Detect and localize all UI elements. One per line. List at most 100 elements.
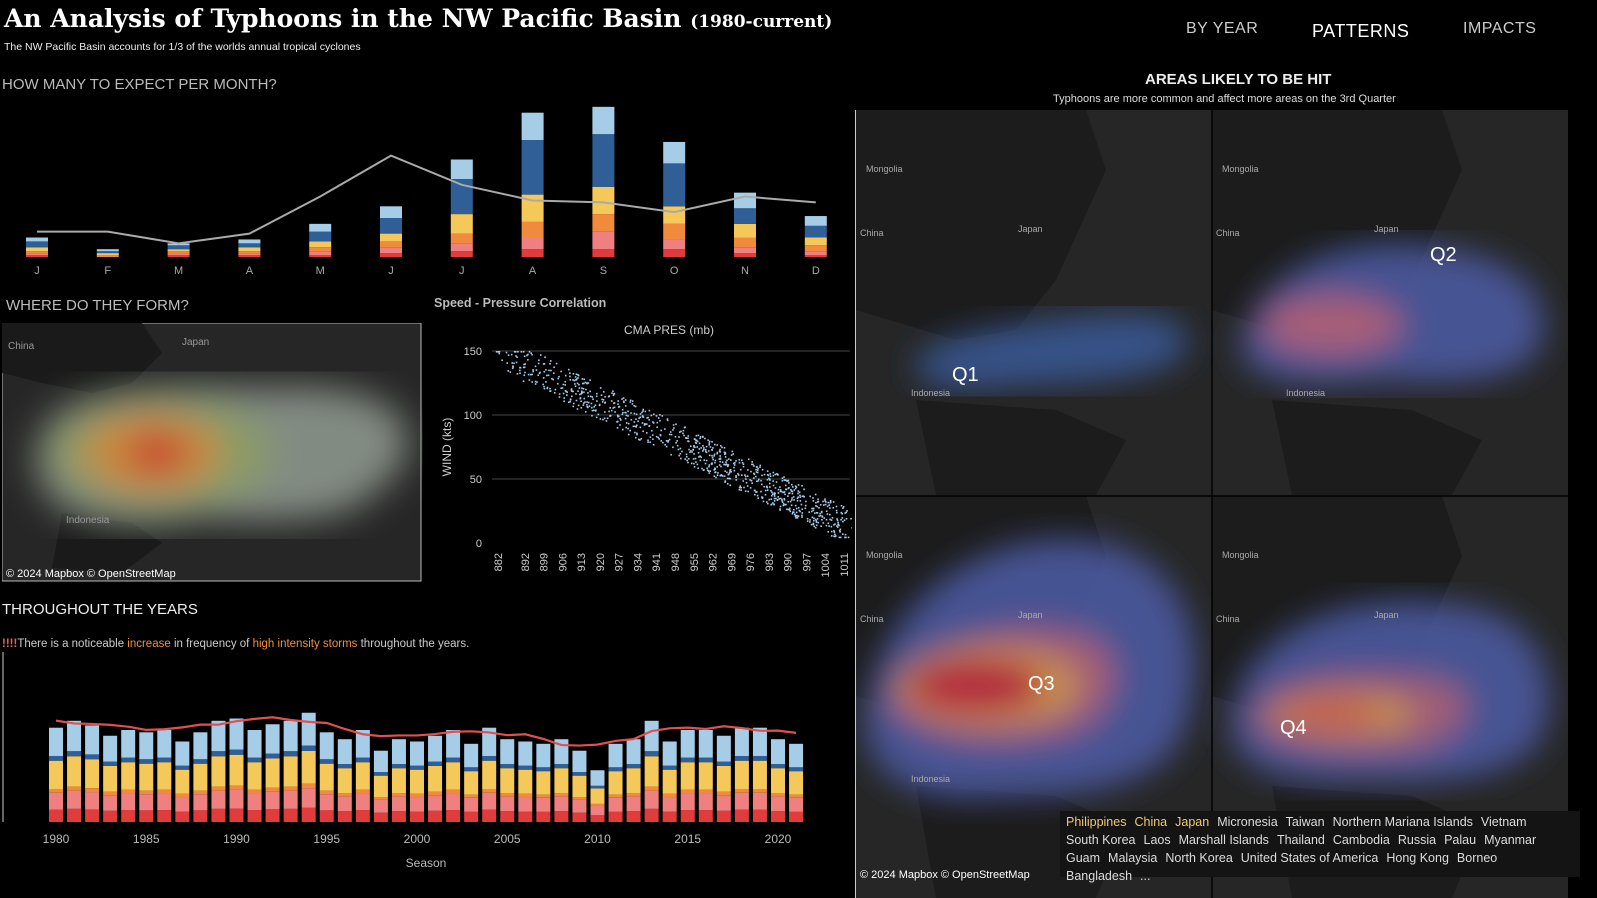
- year-bar-segment[interactable]: [716, 791, 731, 796]
- month-bar-segment[interactable]: [26, 251, 48, 254]
- year-bar-segment[interactable]: [752, 809, 767, 822]
- year-bar-segment[interactable]: [644, 808, 659, 822]
- year-bar-segment[interactable]: [662, 793, 677, 798]
- month-bar-segment[interactable]: [804, 245, 827, 252]
- month-bar-segment[interactable]: [804, 255, 827, 257]
- year-bar-segment[interactable]: [265, 791, 280, 810]
- year-bar-segment[interactable]: [85, 725, 100, 755]
- month-bar-segment[interactable]: [663, 163, 686, 207]
- year-bar-segment[interactable]: [67, 756, 82, 787]
- year-bar-segment[interactable]: [500, 796, 515, 812]
- year-bar-segment[interactable]: [373, 750, 388, 773]
- year-bar-segment[interactable]: [644, 720, 659, 752]
- year-bar-segment[interactable]: [355, 789, 370, 794]
- year-bar-segment[interactable]: [789, 771, 804, 795]
- year-bar-segment[interactable]: [229, 754, 244, 786]
- month-bar-segment[interactable]: [734, 247, 756, 254]
- year-bar-segment[interactable]: [103, 765, 118, 792]
- year-bar-segment[interactable]: [337, 811, 352, 822]
- year-bar-segment[interactable]: [121, 730, 136, 758]
- year-bar-segment[interactable]: [121, 757, 136, 763]
- year-bar-segment[interactable]: [554, 764, 569, 769]
- year-bar-segment[interactable]: [67, 790, 82, 809]
- year-bar-segment[interactable]: [410, 797, 424, 812]
- year-bar-segment[interactable]: [319, 810, 334, 822]
- year-bar-segment[interactable]: [644, 790, 659, 809]
- year-bar-segment[interactable]: [446, 730, 461, 758]
- year-bar-segment[interactable]: [518, 769, 533, 794]
- year-bar-segment[interactable]: [680, 762, 695, 790]
- year-bar-segment[interactable]: [229, 749, 244, 755]
- country-item[interactable]: Palau: [1444, 831, 1476, 849]
- month-bar-segment[interactable]: [167, 249, 190, 252]
- year-bar-segment[interactable]: [626, 796, 641, 812]
- year-bar-segment[interactable]: [698, 793, 713, 811]
- year-bar-segment[interactable]: [103, 791, 118, 796]
- month-bar-segment[interactable]: [167, 253, 190, 256]
- month-bar-segment[interactable]: [592, 249, 615, 257]
- year-bar-segment[interactable]: [229, 785, 244, 790]
- month-bar-segment[interactable]: [26, 237, 48, 242]
- year-bar-segment[interactable]: [536, 771, 551, 795]
- year-bar-segment[interactable]: [536, 811, 551, 822]
- country-item[interactable]: Hong Kong: [1386, 849, 1449, 867]
- month-bar-segment[interactable]: [663, 239, 686, 250]
- year-bar-segment[interactable]: [193, 732, 208, 760]
- year-bar-segment[interactable]: [446, 793, 461, 811]
- month-bar-segment[interactable]: [309, 231, 332, 242]
- year-bar-segment[interactable]: [464, 743, 479, 768]
- year-bar-segment[interactable]: [49, 788, 63, 793]
- year-bar-segment[interactable]: [698, 789, 713, 794]
- month-bar-segment[interactable]: [450, 159, 473, 180]
- year-bar-segment[interactable]: [193, 794, 208, 811]
- country-item[interactable]: North Korea: [1165, 849, 1232, 867]
- year-bar-segment[interactable]: [247, 757, 262, 763]
- year-bar-segment[interactable]: [518, 797, 533, 812]
- year-bar-segment[interactable]: [716, 765, 731, 792]
- month-bar-segment[interactable]: [26, 255, 48, 257]
- year-bar-segment[interactable]: [644, 786, 659, 791]
- year-bar-segment[interactable]: [49, 809, 63, 822]
- year-bar-segment[interactable]: [319, 732, 334, 760]
- month-bar-segment[interactable]: [450, 233, 473, 244]
- year-bar-segment[interactable]: [373, 812, 388, 822]
- year-bar-segment[interactable]: [482, 809, 497, 822]
- month-bar-segment[interactable]: [167, 245, 190, 250]
- year-bar-segment[interactable]: [337, 793, 352, 797]
- year-bar-segment[interactable]: [67, 786, 82, 791]
- year-bar-segment[interactable]: [680, 810, 695, 822]
- year-bar-segment[interactable]: [428, 795, 443, 811]
- year-bar-segment[interactable]: [319, 763, 334, 791]
- year-bar-segment[interactable]: [464, 794, 479, 798]
- year-bar-segment[interactable]: [446, 762, 461, 790]
- year-bar-segment[interactable]: [464, 797, 479, 812]
- month-bar-segment[interactable]: [167, 255, 190, 257]
- year-bar-segment[interactable]: [175, 793, 190, 798]
- year-bar-segment[interactable]: [789, 811, 804, 822]
- month-bar-segment[interactable]: [238, 239, 261, 244]
- year-bar-segment[interactable]: [771, 764, 785, 769]
- country-item-highlighted[interactable]: China: [1134, 813, 1167, 831]
- month-bar-segment[interactable]: [521, 237, 544, 250]
- year-bar-segment[interactable]: [391, 768, 406, 794]
- country-item[interactable]: Northern Mariana Islands: [1333, 813, 1473, 831]
- month-bar-segment[interactable]: [96, 249, 119, 252]
- year-bar-segment[interactable]: [391, 796, 406, 812]
- year-bar-segment[interactable]: [789, 767, 804, 772]
- year-bar-segment[interactable]: [771, 768, 785, 794]
- year-bar-segment[interactable]: [554, 811, 569, 822]
- year-bar-segment[interactable]: [355, 762, 370, 790]
- year-bar-segment[interactable]: [698, 730, 713, 758]
- country-item[interactable]: Taiwan: [1286, 813, 1325, 831]
- year-bar-segment[interactable]: [49, 760, 63, 789]
- month-bar-segment[interactable]: [804, 237, 827, 246]
- year-bar-segment[interactable]: [85, 788, 100, 793]
- year-bar-segment[interactable]: [265, 753, 280, 759]
- year-bar-segment[interactable]: [373, 772, 388, 776]
- year-bar-segment[interactable]: [590, 785, 605, 789]
- year-bar-segment[interactable]: [175, 769, 190, 794]
- year-bar-segment[interactable]: [175, 741, 190, 766]
- month-bar-segment[interactable]: [309, 247, 332, 252]
- month-bar-segment[interactable]: [734, 223, 756, 238]
- year-bar-segment[interactable]: [103, 735, 118, 762]
